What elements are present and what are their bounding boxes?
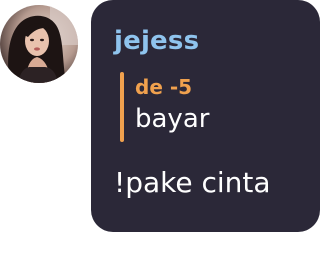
message-username[interactable]: jejess bbox=[114, 26, 199, 56]
reply-author[interactable]: de -5 bbox=[135, 75, 192, 99]
avatar[interactable] bbox=[0, 5, 78, 83]
reply-quote-bar bbox=[120, 72, 124, 142]
message-bubble: jejess de -5 bayar !pake cinta bbox=[91, 0, 320, 232]
user-avatar-photo-icon bbox=[0, 5, 78, 83]
reply-text: bayar bbox=[135, 104, 210, 134]
message-text: !pake cinta bbox=[114, 166, 271, 199]
chat-message: jejess de -5 bayar !pake cinta bbox=[0, 0, 320, 279]
